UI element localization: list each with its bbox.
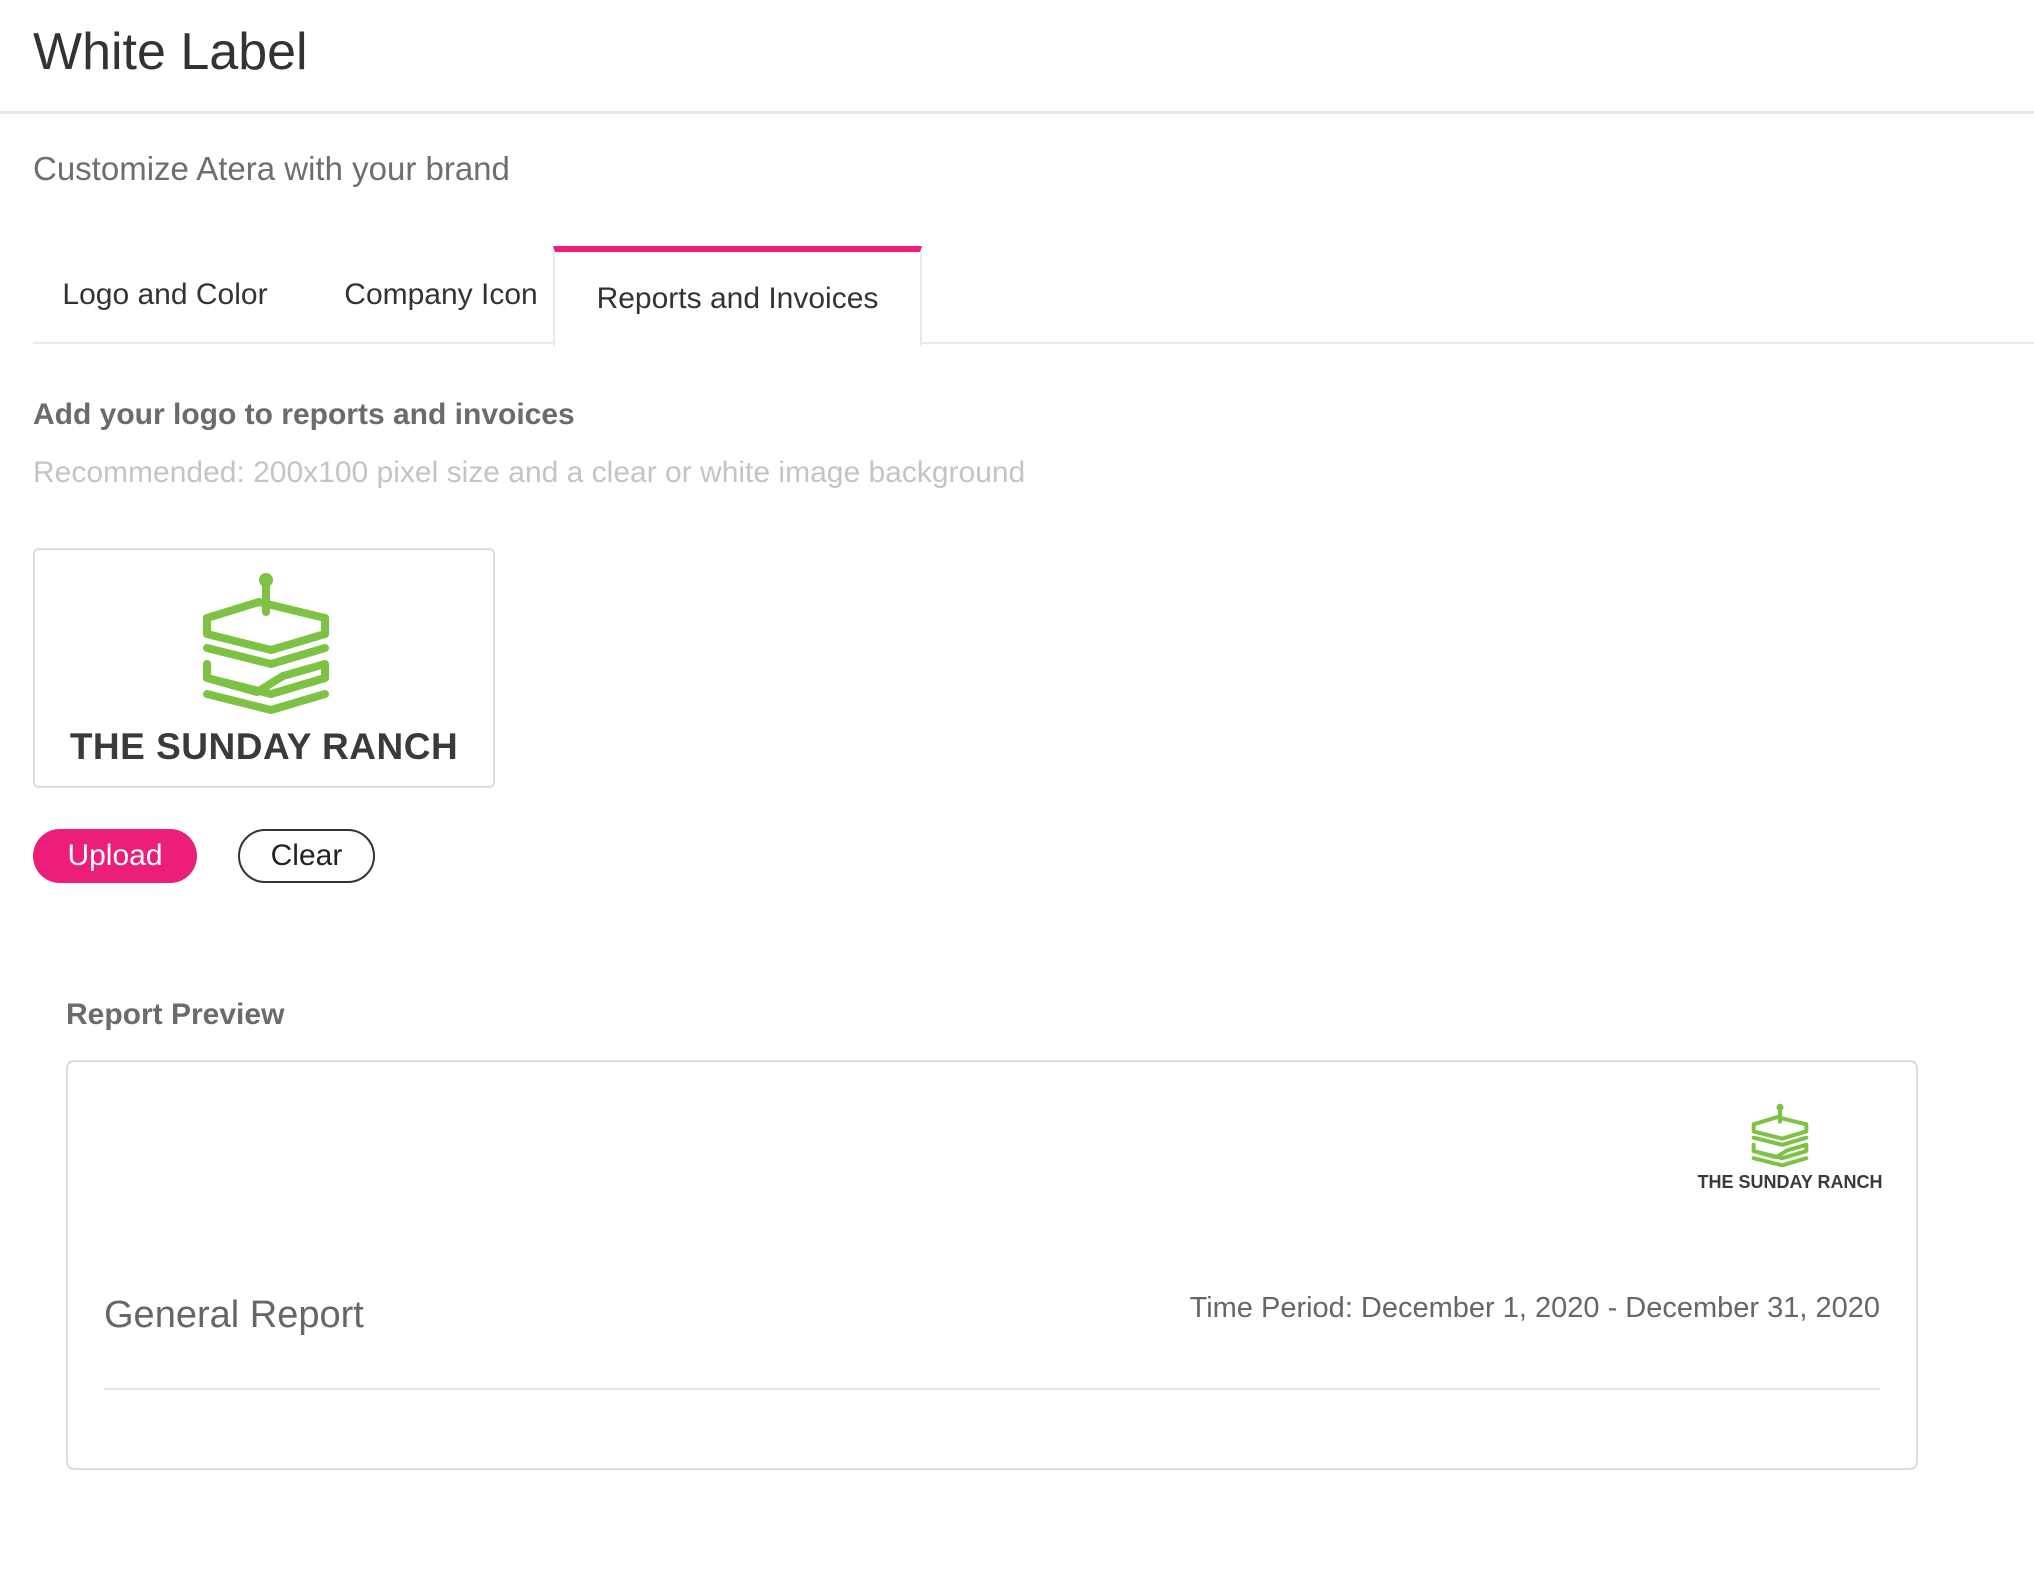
page-header: White Label — [0, 0, 2034, 114]
tab-company-icon[interactable]: Company Icon — [297, 246, 585, 344]
sandwich-icon — [203, 573, 329, 714]
section-heading: Add your logo to reports and invoices — [33, 398, 575, 431]
report-title: General Report — [104, 1294, 364, 1336]
report-preview-card: THE SUNDAY RANCH General Report Time Per… — [66, 1060, 1918, 1470]
page-title: White Label — [33, 23, 308, 81]
page-subtitle: Customize Atera with your brand — [33, 150, 510, 187]
preview-logo-wordmark: THE SUNDAY RANCH — [1697, 1172, 1883, 1192]
sandwich-icon — [1751, 1103, 1809, 1168]
clear-button[interactable]: Clear — [238, 829, 375, 883]
logo-wordmark: THE SUNDAY RANCH — [69, 726, 459, 767]
upload-button[interactable]: Upload — [33, 829, 197, 883]
section-hint: Recommended: 200x100 pixel size and a cl… — [33, 456, 1026, 489]
logo-preview-box: THE SUNDAY RANCH — [33, 548, 495, 788]
report-divider — [104, 1388, 1880, 1390]
report-time-period: Time Period: December 1, 2020 - December… — [1189, 1292, 1880, 1324]
tab-logo-and-color[interactable]: Logo and Color — [33, 246, 297, 344]
tab-reports-and-invoices[interactable]: Reports and Invoices — [553, 246, 922, 346]
tab-bar: Logo and Color Company Icon Reports and … — [33, 246, 2034, 346]
report-preview-label: Report Preview — [66, 998, 285, 1031]
